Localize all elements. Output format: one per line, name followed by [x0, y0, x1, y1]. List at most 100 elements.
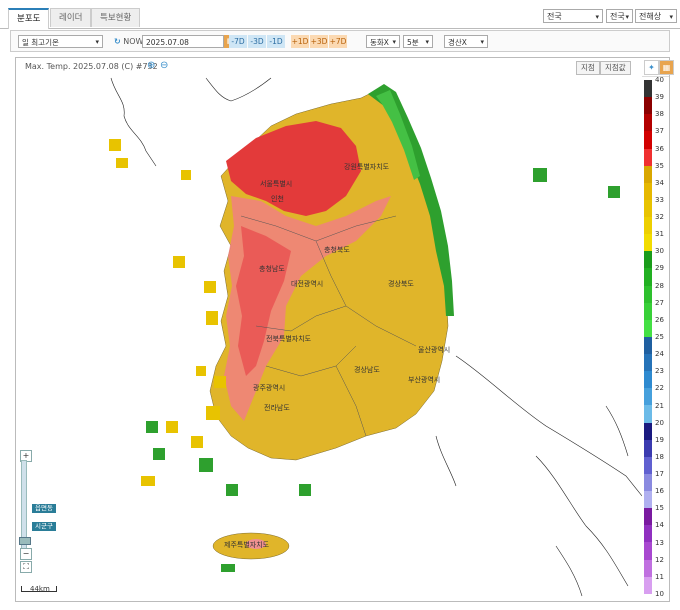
zoom-tag-sigungu[interactable]: 시군구	[32, 522, 56, 531]
legend-label: 29	[655, 264, 664, 273]
chevron-down-icon: ▾	[669, 13, 673, 21]
label-ulsan: 울산광역시	[418, 345, 450, 354]
chevron-down-icon: ▾	[425, 38, 429, 46]
temperature-legend: 40 39 38 37 36 35 34 33 32 31 30 29 28 27 26 25 24 23 22 21…	[642, 76, 670, 600]
legend-swatch	[644, 182, 652, 200]
legend-swatch	[644, 491, 652, 509]
chevron-down-icon: ▾	[392, 38, 396, 46]
refresh-icon: ↻	[114, 37, 121, 46]
region-select-1-value: 전국	[547, 12, 562, 21]
region-select-1[interactable]: 전국 ▾	[543, 9, 603, 23]
legend-swatch	[644, 285, 652, 303]
composite-select[interactable]: 동화X ▾	[366, 35, 400, 48]
scale-label: 44km	[30, 585, 50, 593]
legend-label: 10	[655, 590, 664, 598]
legend-label: 19	[655, 435, 664, 444]
legend-swatch	[644, 268, 652, 286]
legend-swatch	[644, 388, 652, 406]
chevron-down-icon: ▾	[95, 38, 99, 46]
legend-label: 39	[655, 93, 664, 102]
label-gangwon: 강원특별자치도	[344, 162, 390, 171]
legend-swatch	[644, 336, 652, 354]
element-select-value: 일 최고기온	[22, 38, 59, 47]
legend-label: 21	[655, 401, 664, 410]
region-select-2[interactable]: 전국 ▾	[606, 9, 633, 23]
boundary-select[interactable]: 경산X ▾	[444, 35, 488, 48]
legend-label: 22	[655, 384, 664, 393]
settings-icon[interactable]: ✦	[644, 60, 659, 75]
legend-swatch	[644, 97, 652, 115]
label-chungnam: 충청남도	[259, 264, 285, 273]
minus-7d-button[interactable]: -7D	[229, 35, 247, 48]
label-seoul: 서울특별시	[260, 179, 292, 188]
legend-swatch	[644, 508, 652, 526]
zoom-out-icon[interactable]: ⊖	[160, 60, 168, 71]
legend-swatch	[644, 559, 652, 577]
interval-select[interactable]: 5분 ▾	[403, 35, 433, 48]
element-select[interactable]: 일 최고기온 ▾	[18, 35, 103, 48]
legend-label: 38	[655, 110, 664, 119]
legend-label: 30	[655, 247, 664, 256]
legend-label: 20	[655, 418, 664, 427]
chevron-down-icon: ▾	[625, 13, 629, 21]
sea-select[interactable]: 전해상 ▾	[635, 9, 677, 23]
sea-select-value: 전해상	[639, 12, 662, 21]
label-gyeongnam: 경상남도	[354, 365, 380, 374]
minus-1d-button[interactable]: -1D	[267, 35, 285, 48]
legend-swatch	[644, 473, 652, 491]
tab-bar: 분포도 레이더 특보현황 전국 ▾ 전국 ▾ 전해상 ▾	[0, 0, 680, 29]
interval-select-value: 5분	[407, 38, 419, 47]
legend-swatch	[644, 439, 652, 457]
date-input[interactable]: 2025.07.08	[142, 35, 224, 48]
legend-swatch	[644, 354, 652, 372]
chevron-down-icon: ▾	[595, 13, 599, 21]
tab-distribution[interactable]: 분포도	[8, 8, 50, 29]
legend-swatch	[644, 234, 652, 252]
legend-swatch	[644, 405, 652, 423]
station-value-button[interactable]: 지점값	[600, 61, 631, 75]
legend-swatch	[644, 251, 652, 269]
legend-swatch	[644, 80, 652, 98]
legend-swatch	[644, 371, 652, 389]
legend-label: 31	[655, 230, 664, 239]
legend-label: 11	[655, 572, 664, 581]
legend-label: 27	[655, 298, 664, 307]
composite-select-value: 동화X	[370, 38, 389, 47]
legend-swatch	[644, 131, 652, 149]
date-value: 2025.07.08	[146, 38, 189, 47]
minus-3d-button[interactable]: -3D	[248, 35, 266, 48]
control-bar: 일 최고기온▾ ↻ NOW 2025.07.08 ▦ -7D -3D -1D +…	[10, 30, 670, 52]
legend-swatch	[644, 319, 652, 337]
legend-color-bar	[644, 80, 652, 594]
legend-label: 14	[655, 521, 664, 530]
zoom-minus-button[interactable]: −	[20, 548, 32, 560]
grid-icon[interactable]: ▦	[659, 60, 674, 75]
label-daejeon: 대전광역시	[291, 279, 323, 288]
zoom-tag-eupmyeondong[interactable]: 읍면동	[32, 504, 56, 513]
temperature-map[interactable]: 서울특별시 인천 강원특별자치도 충청북도 충청남도 대전광역시 경상북도 전북…	[16, 76, 642, 600]
station-button[interactable]: 지점	[576, 61, 600, 75]
label-jeonnam: 전라남도	[264, 403, 290, 412]
tab-warnings[interactable]: 특보현황	[91, 8, 141, 27]
legend-swatch	[644, 422, 652, 440]
label-gwangju: 광주광역시	[253, 383, 285, 392]
label-gyeongbuk: 경상북도	[388, 279, 414, 288]
legend-label: 36	[655, 144, 664, 153]
plus-7d-button[interactable]: +7D	[329, 35, 347, 48]
legend-swatch	[644, 302, 652, 320]
tab-radar[interactable]: 레이더	[50, 8, 92, 27]
panel-title: Max. Temp. 2025.07.08 (C) #732	[25, 62, 158, 71]
legend-label: 15	[655, 504, 664, 513]
legend-swatch	[644, 217, 652, 235]
now-button[interactable]: ↻ NOW	[114, 34, 143, 49]
plus-3d-button[interactable]: +3D	[310, 35, 328, 48]
plus-1d-button[interactable]: +1D	[291, 35, 309, 48]
zoom-slider-handle[interactable]	[19, 537, 31, 545]
label-chungbuk: 충청북도	[324, 245, 350, 254]
legend-label: 40	[655, 76, 664, 84]
label-jeonbuk: 전북특별자치도	[266, 334, 312, 343]
legend-swatch	[644, 542, 652, 560]
fullscreen-icon[interactable]: ⛶	[20, 561, 32, 573]
legend-label: 23	[655, 367, 664, 376]
zoom-in-icon[interactable]: ⊕	[147, 60, 155, 71]
